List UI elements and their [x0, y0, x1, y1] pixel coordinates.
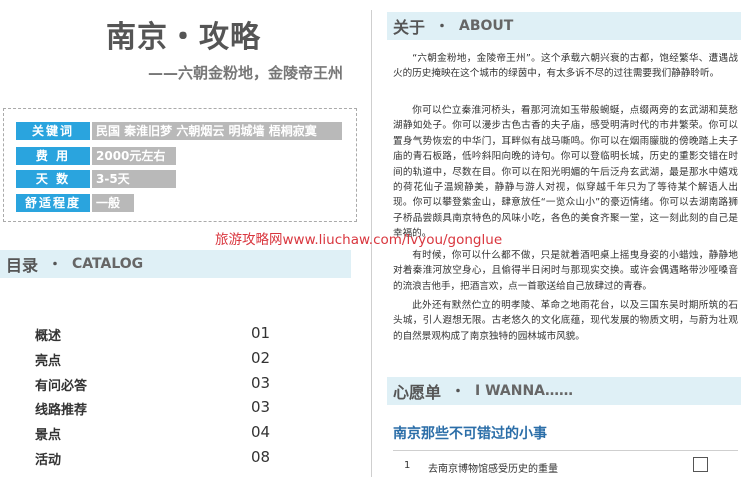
- wish-title-cn: 心愿单: [393, 383, 442, 402]
- about-paragraph: 此外还有默然伫立的明孝陵、革命之地雨花台，以及三国东吴时期所筑的石头城，引人遐想…: [393, 300, 738, 342]
- about-title-cn: 关于: [393, 18, 426, 37]
- catalog-item-label: 景点: [35, 428, 62, 443]
- info-label: 关键词: [16, 122, 90, 140]
- about-header: 关于 ・ ABOUT: [387, 12, 741, 40]
- catalog-dot: ・: [48, 257, 63, 273]
- info-row-comfort: 舒适程度 一般: [16, 194, 134, 212]
- info-row-keywords: 关键词 民国 秦淮旧梦 六朝烟云 明城墙 梧桐寂寞: [16, 122, 342, 140]
- catalog-item-page: 08: [251, 448, 271, 466]
- catalog-item-page: 01: [251, 324, 271, 342]
- catalog-item-label: 活动: [35, 453, 62, 468]
- info-value: 民国 秦淮旧梦 六朝烟云 明城墙 梧桐寂寞: [92, 122, 342, 140]
- catalog-item-label: 线路推荐: [35, 403, 88, 418]
- info-value: 2000元左右: [92, 147, 176, 165]
- catalog-item[interactable]: 景点 04: [35, 423, 275, 444]
- catalog-title-cn: 目录: [6, 256, 39, 275]
- catalog-item-label: 亮点: [35, 354, 62, 369]
- wish-divider: [393, 450, 738, 451]
- catalog-title-en: CATALOG: [72, 256, 144, 272]
- wish-item-checkbox[interactable]: [693, 457, 708, 472]
- wish-subtitle: 南京那些不可错过的小事: [393, 426, 547, 442]
- info-label: 舒适程度: [16, 194, 90, 212]
- wish-header: 心愿单 ・ I WANNA……: [387, 377, 741, 405]
- catalog-item[interactable]: 概述 01: [35, 324, 275, 345]
- catalog-item-page: 02: [251, 349, 271, 367]
- info-value: 一般: [92, 194, 134, 212]
- about-paragraph: “六朝金粉地，金陵帝王州”。这个承载六朝兴衰的古都，饱经繁华、遭遇战火的历史掩映…: [393, 53, 738, 80]
- catalog-item-page: 03: [251, 398, 271, 416]
- about-title-en: ABOUT: [459, 18, 514, 34]
- info-row-days: 天 数 3-5天: [16, 170, 176, 188]
- about-dot: ・: [435, 19, 450, 35]
- catalog-item[interactable]: 线路推荐 03: [35, 398, 275, 419]
- about-paragraph: 有时候，你可以什么都不做，只是就着酒吧桌上摇曳身姿的小蜡烛，静静地对着秦淮河放空…: [393, 250, 738, 292]
- info-panel: 关键词 民国 秦淮旧梦 六朝烟云 明城墙 梧桐寂寞 费 用 2000元左右 天 …: [3, 108, 357, 222]
- catalog-item[interactable]: 有问必答 03: [35, 374, 275, 395]
- catalog-item[interactable]: 活动 08: [35, 448, 275, 469]
- info-label: 天 数: [16, 170, 90, 188]
- page-title: 南京・攻略: [106, 20, 261, 55]
- catalog-item-page: 03: [251, 374, 271, 392]
- catalog-item-label: 概述: [35, 329, 62, 344]
- catalog-item[interactable]: 亮点 02: [35, 349, 275, 370]
- about-paragraph: 你可以伫立秦淮河桥头，看那河流如玉带般蜿蜒，点缀两旁的玄武湖和莫愁湖静如处子。你…: [393, 105, 738, 240]
- wish-dot: ・: [451, 384, 466, 400]
- catalog-item-page: 04: [251, 423, 271, 441]
- info-label: 费 用: [16, 147, 90, 165]
- catalog-header: 目录 ・ CATALOG: [0, 250, 351, 278]
- info-value: 3-5天: [92, 170, 176, 188]
- watermark-text: 旅游攻略网www.liuchaw.com/lvyou/gonglue: [215, 232, 503, 248]
- wish-title-en: I WANNA……: [475, 383, 574, 399]
- info-row-cost: 费 用 2000元左右: [16, 147, 176, 165]
- page-subtitle: ——六朝金粉地，金陵帝王州: [148, 64, 344, 82]
- catalog-item-label: 有问必答: [35, 379, 88, 394]
- wish-item-number: 1: [404, 460, 411, 471]
- wish-item-text: 去南京博物馆感受历史的重量: [428, 464, 558, 475]
